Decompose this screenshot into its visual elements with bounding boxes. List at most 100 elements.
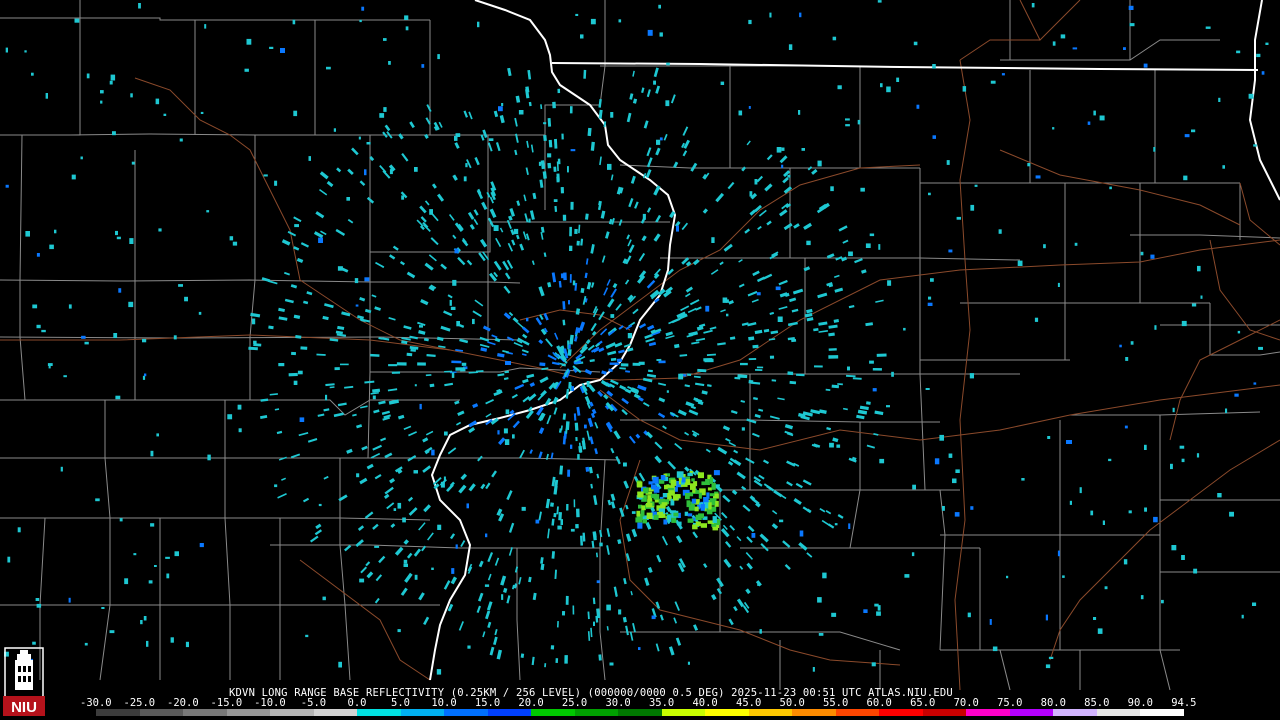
echo-pixel [720, 81, 725, 85]
echo-pixel [544, 663, 547, 668]
echo-pixel [618, 219, 623, 226]
echo-pixel [170, 637, 174, 643]
echo-pixel [682, 150, 688, 157]
echo-pixel [540, 160, 546, 170]
echo-pixel [766, 154, 773, 161]
echo-pixel [389, 169, 393, 175]
echo-pixel [828, 348, 837, 351]
echo-pixel [518, 577, 522, 585]
echo-pixel [1140, 251, 1144, 256]
echo-pixel [166, 573, 170, 579]
echo-pixel [1125, 357, 1129, 361]
echo-pixel [652, 476, 659, 484]
echo-pixel [531, 656, 535, 666]
echo-pixel [645, 169, 652, 179]
echo-pixel [329, 386, 335, 389]
echo-pixel [590, 18, 596, 25]
echo-pixel [629, 93, 634, 100]
echo-pixel [361, 6, 365, 11]
echo-pixel [281, 239, 291, 246]
echo-pixel [603, 394, 609, 400]
echo-pixel [590, 483, 593, 489]
echo-pixel [426, 104, 432, 112]
echo-pixel [624, 279, 630, 285]
echo-pixel [493, 110, 499, 118]
echo-pixel [658, 397, 666, 403]
echo-pixel [487, 341, 496, 346]
echo-pixel [561, 611, 566, 616]
echo-pixel [355, 539, 364, 548]
echo-pixel [787, 371, 794, 376]
echo-pixel [706, 353, 716, 357]
echo-pixel [1218, 97, 1221, 102]
echo-pixel [866, 444, 875, 449]
echo-pixel [477, 455, 483, 462]
echo-pixel [665, 331, 673, 337]
echo-pixel [729, 524, 736, 531]
echo-pixel [497, 430, 500, 435]
echo-pixel [232, 241, 238, 246]
echo-pixel [584, 272, 588, 279]
echo-pixel [726, 313, 729, 317]
echo-pixel [553, 166, 557, 172]
echo-pixel [802, 413, 806, 418]
echo-pixel [637, 522, 643, 529]
echo-pixel [326, 180, 334, 188]
echo-pixel [632, 622, 636, 633]
echo-pixel [560, 273, 565, 279]
echo-pixel [54, 229, 57, 234]
echo-pixel [133, 553, 137, 556]
echo-pixel [751, 432, 760, 438]
echo-pixel [575, 523, 579, 529]
echo-pixel [818, 330, 829, 333]
echo-pixel [387, 388, 398, 392]
echo-pixel [244, 68, 249, 72]
echo-pixel [653, 185, 661, 196]
echo-pixel [769, 12, 772, 18]
echo-pixel [648, 481, 653, 485]
echo-pixel [769, 311, 775, 315]
echo-pixel [552, 101, 556, 109]
echo-pixel [528, 218, 531, 223]
echo-pixel [174, 551, 179, 557]
scale-tick-label: 55.0 [823, 697, 849, 709]
echo-pixel [335, 330, 344, 335]
echo-pixel [68, 597, 71, 603]
color-bar-segment [1140, 709, 1184, 716]
echo-pixel [619, 384, 627, 391]
echo-pixel [798, 110, 801, 115]
echo-pixel [627, 333, 633, 339]
echo-pixel [740, 400, 746, 403]
echo-pixel [498, 437, 506, 446]
echo-pixel [1193, 568, 1198, 574]
echo-pixel [291, 351, 297, 356]
radar-map [0, 0, 1280, 691]
echo-pixel [666, 62, 670, 66]
echo-pixel [530, 144, 534, 153]
echo-pixel [414, 167, 418, 172]
color-bar-segment [835, 709, 880, 716]
echo-pixel [825, 388, 831, 391]
echo-pixel [778, 209, 788, 217]
echo-pixel [799, 530, 804, 537]
echo-pixel [702, 208, 708, 214]
echo-pixel [516, 322, 524, 329]
echo-pixel [425, 430, 434, 436]
echo-pixel [1099, 115, 1105, 121]
echo-pixel [738, 110, 743, 116]
echo-pixel [401, 195, 405, 200]
echo-pixel [584, 424, 587, 429]
echo-pixel [778, 306, 788, 310]
echo-pixel [406, 352, 413, 357]
echo-pixel [514, 383, 525, 390]
echo-pixel [687, 307, 697, 314]
echo-pixel [359, 19, 362, 23]
color-bar-segment [1053, 709, 1097, 716]
echo-pixel [654, 455, 662, 464]
echo-pixel [578, 321, 586, 331]
echo-pixel [557, 88, 561, 94]
echo-pixel [836, 444, 841, 448]
echo-pixel [636, 510, 641, 517]
echo-pixel [200, 111, 204, 114]
echo-pixel [848, 251, 853, 257]
